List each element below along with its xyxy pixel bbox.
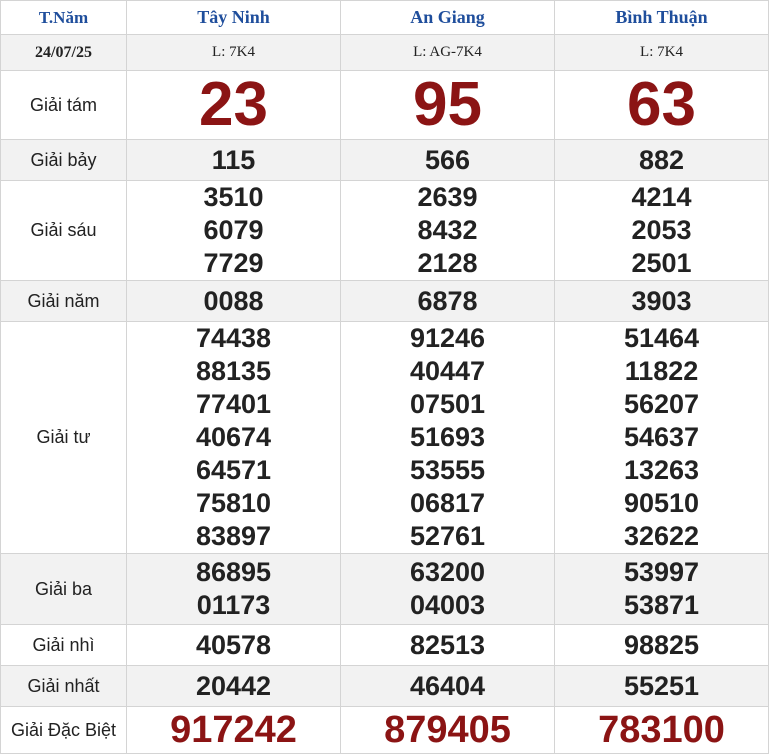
prize-number: 0088 <box>126 280 341 322</box>
prize-label: Giải năm <box>0 280 127 322</box>
prize-number: 115 <box>126 139 341 181</box>
prize-label: Giải sáu <box>0 180 127 281</box>
province-binh-thuan-link[interactable]: Bình Thuận <box>554 0 769 35</box>
prize-number: 6878 <box>340 280 555 322</box>
prize-number: 2639 <box>417 182 478 212</box>
prize-number: 51464 <box>623 323 700 353</box>
prize-label: Giải tám <box>0 70 127 140</box>
prize-number: 86895 <box>195 557 272 587</box>
prize-cell: 51464 11822 56207 54637 13263 90510 3262… <box>554 321 769 554</box>
prize-number: 23 <box>126 70 341 140</box>
draw-date: 24/07/25 <box>0 34 127 71</box>
prize-number: 4214 <box>631 182 692 212</box>
prize-number: 64571 <box>195 455 272 485</box>
prize-number: 83897 <box>195 521 272 551</box>
prize-number: 13263 <box>623 455 700 485</box>
prize-number: 63200 <box>409 557 486 587</box>
prize-number: 11822 <box>624 356 699 386</box>
special-prize-number: 917242 <box>126 706 341 754</box>
prize-number: 07501 <box>409 389 486 419</box>
prize-number: 75810 <box>195 488 272 518</box>
prize-row-g5: Giải năm 0088 6878 3903 <box>0 280 769 322</box>
prize-label: Giải nhất <box>0 665 127 707</box>
prize-cell: 91246 40447 07501 51693 53555 06817 5276… <box>340 321 555 554</box>
prize-label: Giải tư <box>0 321 127 554</box>
prize-number: 8432 <box>417 215 478 245</box>
ticket-code: L: AG-7K4 <box>340 34 555 71</box>
prize-number: 566 <box>340 139 555 181</box>
prize-number: 56207 <box>623 389 700 419</box>
prize-cell: 4214 2053 2501 <box>554 180 769 281</box>
prize-number: 90510 <box>623 488 700 518</box>
ticket-row: 24/07/25 L: 7K4 L: AG-7K4 L: 7K4 <box>0 34 769 71</box>
prize-row-special: Giải Đặc Biệt 917242 879405 783100 <box>0 706 769 754</box>
prize-number: 46404 <box>340 665 555 707</box>
prize-number: 51693 <box>409 422 486 452</box>
prize-number: 91246 <box>409 323 486 353</box>
special-prize-number: 879405 <box>340 706 555 754</box>
prize-number: 20442 <box>126 665 341 707</box>
prize-label: Giải Đặc Biệt <box>0 706 127 754</box>
prize-number: 53997 <box>623 557 700 587</box>
prize-number: 40674 <box>195 422 272 452</box>
prize-row-g6: Giải sáu 3510 6079 7729 2639 8432 2128 4… <box>0 180 769 281</box>
header-row: T.Năm Tây Ninh An Giang Bình Thuận <box>0 0 769 35</box>
prize-cell: 53997 53871 <box>554 553 769 625</box>
special-prize-number: 783100 <box>554 706 769 754</box>
prize-number: 882 <box>554 139 769 181</box>
prize-number: 6079 <box>203 215 264 245</box>
ticket-code: L: 7K4 <box>126 34 341 71</box>
prize-number: 82513 <box>340 624 555 666</box>
prize-number: 52761 <box>409 521 486 551</box>
prize-number: 40447 <box>409 356 486 386</box>
prize-row-g2: Giải nhì 40578 82513 98825 <box>0 624 769 666</box>
prize-row-g8: Giải tám 23 95 63 <box>0 70 769 140</box>
prize-number: 04003 <box>409 590 486 620</box>
prize-cell: 63200 04003 <box>340 553 555 625</box>
prize-label: Giải nhì <box>0 624 127 666</box>
prize-number: 63 <box>554 70 769 140</box>
prize-cell: 2639 8432 2128 <box>340 180 555 281</box>
prize-number: 01173 <box>196 590 271 620</box>
prize-number: 2501 <box>631 248 692 278</box>
day-label: T.Năm <box>0 0 127 35</box>
prize-number: 32622 <box>623 521 700 551</box>
prize-number: 2053 <box>631 215 692 245</box>
province-an-giang-link[interactable]: An Giang <box>340 0 555 35</box>
prize-number: 88135 <box>195 356 272 386</box>
prize-label: Giải bảy <box>0 139 127 181</box>
lottery-results-table: T.Năm Tây Ninh An Giang Bình Thuận 24/07… <box>0 0 769 754</box>
prize-number: 40578 <box>126 624 341 666</box>
prize-row-g3: Giải ba 86895 01173 63200 04003 53997 53… <box>0 553 769 625</box>
prize-number: 53555 <box>409 455 486 485</box>
prize-number: 3903 <box>554 280 769 322</box>
ticket-code: L: 7K4 <box>554 34 769 71</box>
prize-row-g4: Giải tư 74438 88135 77401 40674 64571 75… <box>0 321 769 554</box>
prize-number: 2128 <box>417 248 478 278</box>
prize-number: 98825 <box>554 624 769 666</box>
prize-number: 7729 <box>203 248 264 278</box>
prize-cell: 74438 88135 77401 40674 64571 75810 8389… <box>126 321 341 554</box>
province-tay-ninh-link[interactable]: Tây Ninh <box>126 0 341 35</box>
prize-number: 53871 <box>623 590 700 620</box>
prize-number: 55251 <box>554 665 769 707</box>
prize-cell: 86895 01173 <box>126 553 341 625</box>
prize-number: 06817 <box>409 488 486 518</box>
prize-number: 95 <box>340 70 555 140</box>
prize-row-g7: Giải bảy 115 566 882 <box>0 139 769 181</box>
prize-number: 77401 <box>195 389 272 419</box>
prize-label: Giải ba <box>0 553 127 625</box>
prize-number: 54637 <box>623 422 700 452</box>
prize-cell: 3510 6079 7729 <box>126 180 341 281</box>
prize-number: 3510 <box>203 182 264 212</box>
prize-number: 74438 <box>195 323 272 353</box>
prize-row-g1: Giải nhất 20442 46404 55251 <box>0 665 769 707</box>
